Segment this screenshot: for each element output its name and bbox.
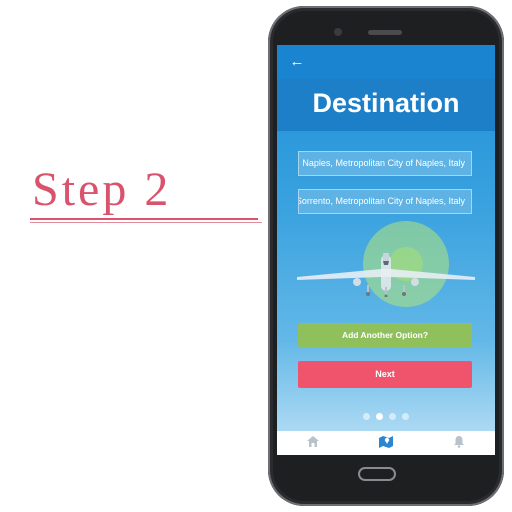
pager-dots (277, 407, 495, 425)
caption-underline-thin (30, 222, 262, 223)
pager-dot-active[interactable] (376, 413, 383, 420)
pager-dot[interactable] (363, 413, 370, 420)
app-bar: ← (277, 45, 495, 79)
step-caption: Step 2 (32, 163, 172, 216)
destination-field-1-value: Naples, Metropolitan City of Naples, Ita… (302, 158, 465, 168)
airplane-icon (297, 253, 475, 297)
bell-icon[interactable] (449, 435, 469, 451)
camera-icon (334, 28, 342, 36)
destination-field-2[interactable]: Sorrento, Metropolitan City of Naples, I… (298, 189, 472, 214)
map-icon[interactable] (376, 435, 396, 451)
back-arrow-icon[interactable]: ← (289, 54, 305, 70)
home-icon[interactable] (303, 435, 323, 451)
phone-mockup: ← Destination Naples, Metropolitan City … (268, 6, 504, 506)
pager-dot[interactable] (402, 413, 409, 420)
pager-dot[interactable] (389, 413, 396, 420)
home-button[interactable] (358, 467, 396, 481)
add-option-button[interactable]: Add Another Option? (298, 323, 472, 347)
app-screen: ← Destination Naples, Metropolitan City … (277, 45, 495, 455)
hero-illustration (297, 213, 475, 307)
bottom-nav (277, 431, 495, 455)
page-title: Destination (312, 88, 460, 118)
caption-underline (30, 218, 258, 220)
speaker-grille (368, 30, 402, 35)
destination-field-2-value: Sorrento, Metropolitan City of Naples, I… (298, 196, 465, 206)
next-button[interactable]: Next (298, 361, 472, 388)
destination-field-1[interactable]: Naples, Metropolitan City of Naples, Ita… (298, 151, 472, 176)
